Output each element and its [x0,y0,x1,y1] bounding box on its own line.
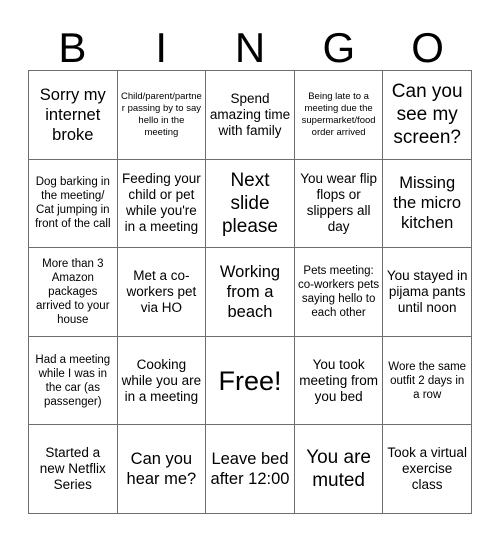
bingo-cell-text: Child/parent/partner passing by to say h… [120,90,202,138]
bingo-cell-text: Free! [218,365,282,396]
bingo-grid: Sorry my internet broke Child/parent/part… [28,70,472,514]
bingo-cell-r0-c3[interactable]: Being late to a meeting due the supermar… [294,71,384,160]
bingo-cell-text: Wore the same outfit 2 days in a row [388,360,467,401]
bingo-cell-r1-c4[interactable]: Missing the micro kitchen [383,159,472,249]
bingo-cell-r2-c3[interactable]: Pets meeting: co-workers pets saying hel… [294,248,384,337]
bingo-cell-text: Pets meeting: co-workers pets saying hel… [298,264,380,319]
bingo-cell-text: More than 3 Amazon packages arrived to y… [36,257,110,326]
bingo-cell-text: Leave bed after 12:00 [210,450,290,489]
bingo-cell-r1-c0[interactable]: Dog barking in the meeting/ Cat jumping … [29,159,118,249]
bingo-cell-r2-c0[interactable]: More than 3 Amazon packages arrived to y… [29,248,118,337]
bingo-cell-r4-c4[interactable]: Took a virtual exercise class [383,425,472,514]
bingo-cell-text: Spend amazing time with family [209,90,291,138]
bingo-cell-r0-c4[interactable]: Can you see my screen? [383,71,472,160]
bingo-cell-text: Dog barking in the meeting/ Cat jumping … [35,176,111,231]
bingo-cell-r1-c2[interactable]: Next slide please [206,159,295,249]
bingo-cell-r0-c1[interactable]: Child/parent/partner passing by to say h… [117,71,207,160]
bingo-cell-text: Cooking while you are in a meeting [121,356,202,404]
bingo-cell-text: Can you see my screen? [391,81,463,149]
bingo-header-letter-3: G [322,24,356,71]
bingo-cell-text: Had a meeting while I was in the car (as… [35,353,111,408]
bingo-cell-r4-c0[interactable]: Started a new Netflix Series [29,425,118,514]
bingo-cell-text: Working from a beach [219,262,281,321]
bingo-cell-text: Took a virtual exercise class [387,445,467,493]
bingo-cell-text: Sorry my internet broke [39,85,106,144]
bingo-cell-r0-c0[interactable]: Sorry my internet broke [29,71,118,160]
bingo-cell-r1-c1[interactable]: Feeding your child or pet while you're i… [117,159,207,249]
bingo-cell-text: Next slide please [221,169,278,237]
bingo-cell-r2-c2[interactable]: Working from a beach [206,248,295,337]
bingo-card: B I N G O Sorry my internet broke Child/paren… [0,0,500,544]
bingo-cell-r1-c3[interactable]: You wear flip flops or slippers all day [294,159,384,249]
bingo-cell-text: You stayed in pijama pants until noon [386,267,468,315]
bingo-cell-r4-c1[interactable]: Can you hear me? [117,425,207,514]
bingo-cell-text: You are muted [306,447,371,492]
bingo-cell-r3-c1[interactable]: Cooking while you are in a meeting [117,336,207,426]
bingo-cell-r3-c2[interactable]: Free! [206,336,295,426]
bingo-cell-text: Feeding your child or pet while you're i… [121,171,201,235]
bingo-cell-text: You wear flip flops or slippers all day [300,171,377,235]
bingo-cell-text: Missing the micro kitchen [393,174,462,233]
bingo-cell-r3-c4[interactable]: Wore the same outfit 2 days in a row [383,336,472,426]
bingo-cell-r2-c4[interactable]: You stayed in pijama pants until noon [383,248,472,337]
bingo-cell-text: Can you hear me? [126,450,197,489]
bingo-cell-text: Started a new Netflix Series [39,445,106,493]
bingo-cell-r0-c2[interactable]: Spend amazing time with family [206,71,295,160]
bingo-cell-r4-c3[interactable]: You are muted [294,425,384,514]
bingo-header-letter-1: I [155,24,168,71]
bingo-cell-r3-c3[interactable]: You took meeting from you bed [294,336,384,426]
bingo-header-letter-2: N [234,24,266,71]
bingo-cell-text: Being late to a meeting due the supermar… [301,90,376,138]
bingo-cell-r3-c0[interactable]: Had a meeting while I was in the car (as… [29,336,118,426]
bingo-header-letter-0: B [58,24,87,71]
bingo-header-letter-4: O [411,24,444,71]
bingo-header-row: BINGO [28,14,472,70]
bingo-cell-text: Met a co-workers pet via HO [126,267,197,315]
bingo-cell-r4-c2[interactable]: Leave bed after 12:00 [206,425,295,514]
bingo-cell-r2-c1[interactable]: Met a co-workers pet via HO [117,248,207,337]
bingo-cell-text: You took meeting from you bed [299,356,378,404]
